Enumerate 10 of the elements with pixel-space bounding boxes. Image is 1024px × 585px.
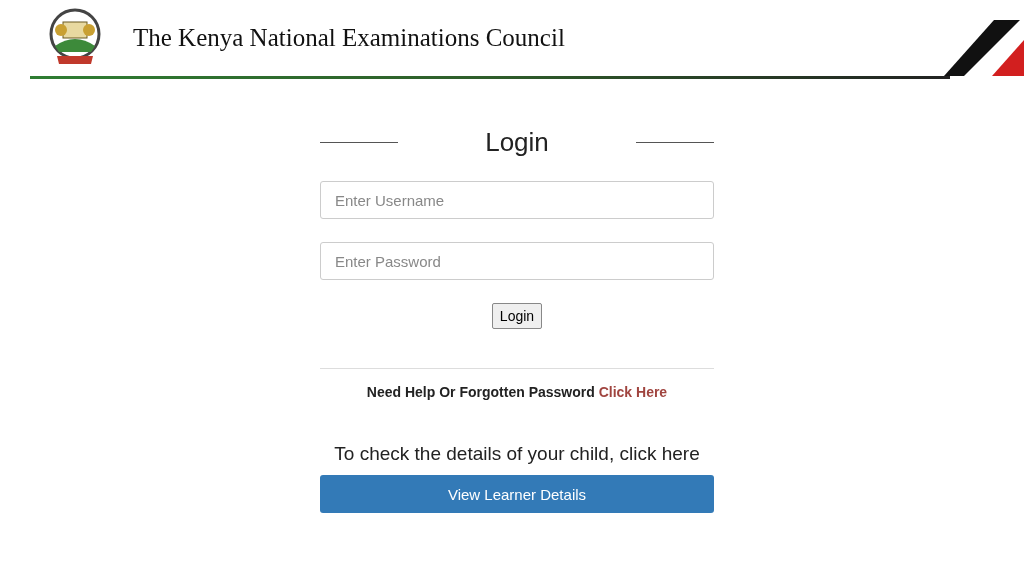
click-here-link[interactable]: Click Here xyxy=(598,384,668,400)
username-field[interactable]: Enter Username xyxy=(320,181,714,219)
login-heading: Login xyxy=(485,127,549,158)
learner-prompt: To check the details of your child, click here xyxy=(334,443,700,465)
help-text: Need Help Or Forgotten Password Click Here xyxy=(366,384,668,400)
login-button[interactable]: Login xyxy=(491,303,543,329)
view-learner-details-button[interactable]: View Learner Details xyxy=(320,475,714,513)
password-field[interactable]: Enter Password xyxy=(320,242,714,280)
council-title: The Kenya National Examinations Council xyxy=(133,24,565,52)
flag-stripes-icon xyxy=(944,20,1024,76)
